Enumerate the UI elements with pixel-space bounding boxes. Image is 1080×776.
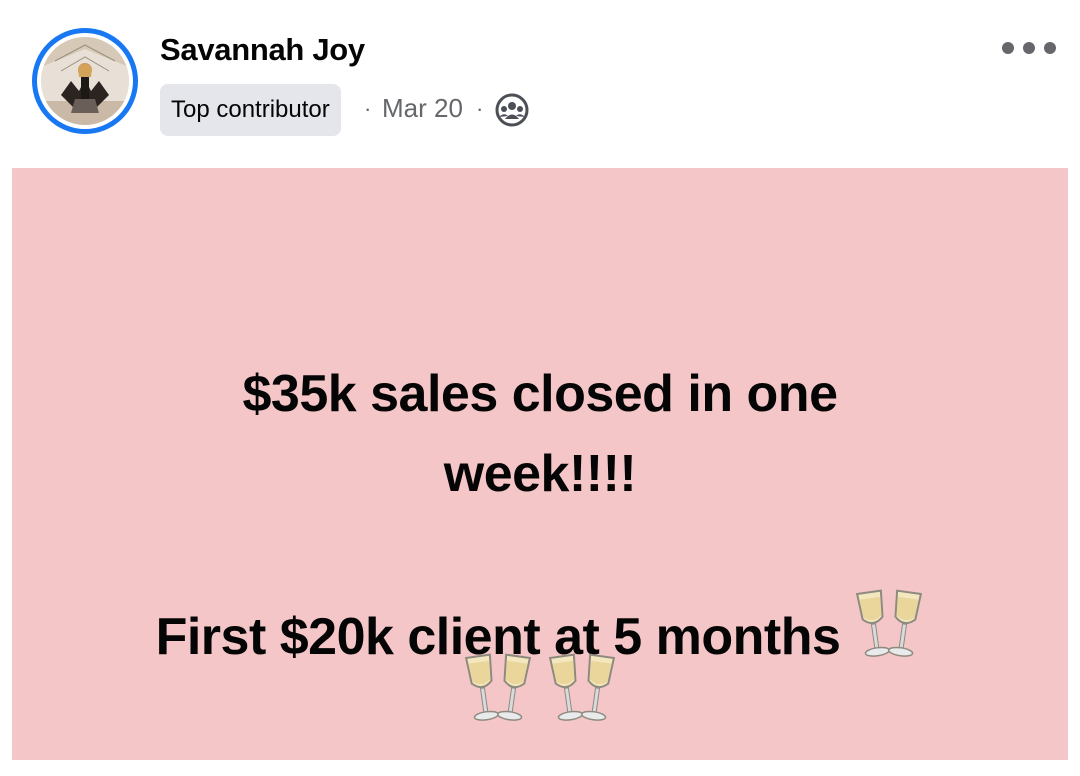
avatar[interactable] bbox=[32, 28, 138, 134]
post-date[interactable]: Mar 20 bbox=[382, 93, 463, 124]
feed-post: Savannah Joy Top contributor · Mar 20 · … bbox=[0, 0, 1080, 776]
clinking-glasses-icon bbox=[549, 653, 616, 721]
post-header: Savannah Joy Top contributor · Mar 20 · bbox=[0, 0, 1080, 168]
meta-separator: · bbox=[476, 96, 484, 121]
post-text-background[interactable]: $35k sales closed in one week!!!! First … bbox=[12, 168, 1068, 760]
more-options-button[interactable] bbox=[998, 32, 1060, 64]
emoji-row bbox=[12, 652, 1068, 730]
group-icon[interactable] bbox=[494, 92, 530, 128]
meta-separator: · bbox=[364, 96, 372, 121]
top-contributor-badge[interactable]: Top contributor bbox=[160, 84, 341, 136]
author-name[interactable]: Savannah Joy bbox=[160, 32, 365, 68]
post-text-line-1: $35k sales closed in one bbox=[242, 365, 839, 423]
profile-photo bbox=[41, 37, 129, 125]
post-text-line-2: week!!!! bbox=[443, 445, 637, 503]
clinking-glasses-icon bbox=[464, 653, 531, 721]
more-options-icon bbox=[1002, 42, 1014, 54]
